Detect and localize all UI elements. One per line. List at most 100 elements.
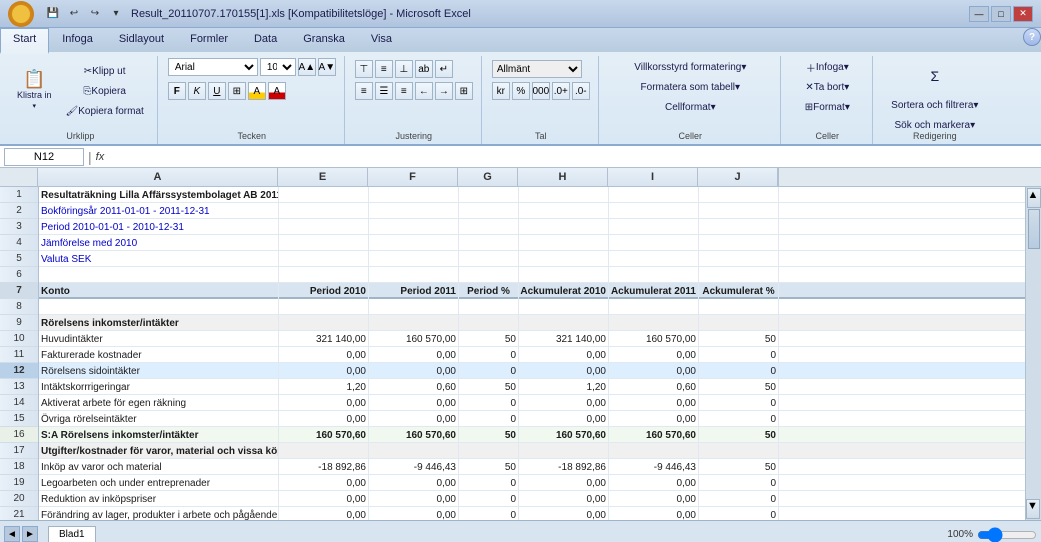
- cell-g7[interactable]: Period %: [459, 283, 519, 299]
- percent-btn[interactable]: %: [512, 82, 530, 100]
- cell-g9[interactable]: [459, 315, 519, 331]
- cell-j13[interactable]: 50: [699, 379, 779, 395]
- align-middle-btn[interactable]: ≡: [375, 60, 393, 78]
- delete-btn[interactable]: ✕ Ta bort ▾: [800, 78, 855, 96]
- cell-e6[interactable]: [279, 267, 369, 283]
- cell-f21[interactable]: 0,00: [369, 507, 459, 520]
- cell-g6[interactable]: [459, 267, 519, 283]
- cell-h14[interactable]: 0,00: [519, 395, 609, 411]
- cell-h4[interactable]: [519, 235, 609, 251]
- border-button[interactable]: ⊞: [228, 82, 246, 100]
- formula-input[interactable]: [112, 148, 1037, 166]
- sheet-nav-right[interactable]: ►: [22, 526, 38, 542]
- cell-h8[interactable]: [519, 299, 609, 315]
- row-header-19[interactable]: 19: [0, 475, 38, 491]
- cell-j6[interactable]: [699, 267, 779, 283]
- cell-g10[interactable]: 50: [459, 331, 519, 347]
- text-orient-btn[interactable]: ab: [415, 60, 433, 78]
- row-header-14[interactable]: 14: [0, 395, 38, 411]
- cell-j21[interactable]: 0: [699, 507, 779, 520]
- row-header-7[interactable]: 7: [0, 283, 38, 299]
- cell-a14[interactable]: Aktiverat arbete för egen räkning: [39, 395, 279, 411]
- cell-i6[interactable]: [609, 267, 699, 283]
- decrease-font-btn[interactable]: A▼: [318, 58, 336, 76]
- cell-i7[interactable]: Ackumulerat 2011: [609, 283, 699, 299]
- cell-g17[interactable]: [459, 443, 519, 459]
- cell-f2[interactable]: [369, 203, 459, 219]
- cell-a16[interactable]: S:A Rörelsens inkomster/intäkter: [39, 427, 279, 443]
- autosum-btn[interactable]: Σ: [886, 58, 983, 94]
- cell-g14[interactable]: 0: [459, 395, 519, 411]
- customize-quick-btn[interactable]: ▾: [107, 5, 125, 23]
- cell-i5[interactable]: [609, 251, 699, 267]
- col-header-j[interactable]: J: [698, 168, 778, 186]
- cell-f9[interactable]: [369, 315, 459, 331]
- sheet-nav-left[interactable]: ◄: [4, 526, 20, 542]
- cell-h21[interactable]: 0,00: [519, 507, 609, 520]
- cell-e3[interactable]: [279, 219, 369, 235]
- cell-a18[interactable]: Inköp av varor och material: [39, 459, 279, 475]
- cell-g20[interactable]: 0: [459, 491, 519, 507]
- sheet-tab-1[interactable]: Blad1: [48, 526, 96, 542]
- cell-e14[interactable]: 0,00: [279, 395, 369, 411]
- cell-h15[interactable]: 0,00: [519, 411, 609, 427]
- cell-i2[interactable]: [609, 203, 699, 219]
- row-header-18[interactable]: 18: [0, 459, 38, 475]
- row-header-21[interactable]: 21: [0, 507, 38, 520]
- row-header-9[interactable]: 9: [0, 315, 38, 331]
- cell-h10[interactable]: 321 140,00: [519, 331, 609, 347]
- cell-i11[interactable]: 0,00: [609, 347, 699, 363]
- cell-g19[interactable]: 0: [459, 475, 519, 491]
- cell-i15[interactable]: 0,00: [609, 411, 699, 427]
- cell-a11[interactable]: Fakturerade kostnader: [39, 347, 279, 363]
- col-header-e[interactable]: E: [278, 168, 368, 186]
- cell-g12[interactable]: 0: [459, 363, 519, 379]
- cell-a4[interactable]: Jämförelse med 2010: [39, 235, 279, 251]
- cell-e16[interactable]: 160 570,60: [279, 427, 369, 443]
- cell-f6[interactable]: [369, 267, 459, 283]
- cell-a13[interactable]: Intäktskorrrigeringar: [39, 379, 279, 395]
- row-header-3[interactable]: 3: [0, 219, 38, 235]
- cell-i8[interactable]: [609, 299, 699, 315]
- office-button[interactable]: [8, 1, 34, 27]
- font-size-select[interactable]: 10: [260, 58, 296, 76]
- cell-f18[interactable]: -9 446,43: [369, 459, 459, 475]
- tab-visa[interactable]: Visa: [358, 28, 405, 52]
- cell-i3[interactable]: [609, 219, 699, 235]
- cell-a9[interactable]: Rörelsens inkomster/intäkter: [39, 315, 279, 331]
- row-header-11[interactable]: 11: [0, 347, 38, 363]
- cell-a21[interactable]: Förändring av lager, produkter i arbete …: [39, 507, 279, 520]
- cell-a8[interactable]: [39, 299, 279, 315]
- col-header-i[interactable]: I: [608, 168, 698, 186]
- cell-a3[interactable]: Period 2010-01-01 - 2010-12-31: [39, 219, 279, 235]
- cell-g15[interactable]: 0: [459, 411, 519, 427]
- cell-e18[interactable]: -18 892,86: [279, 459, 369, 475]
- align-center-btn[interactable]: ☰: [375, 82, 393, 100]
- help-button[interactable]: ?: [1023, 28, 1041, 46]
- cell-f5[interactable]: [369, 251, 459, 267]
- undo-quick-btn[interactable]: ↩: [65, 5, 83, 23]
- cell-h16[interactable]: 160 570,60: [519, 427, 609, 443]
- cell-h12[interactable]: 0,00: [519, 363, 609, 379]
- cell-j14[interactable]: 0: [699, 395, 779, 411]
- bold-button[interactable]: F: [168, 82, 186, 100]
- cell-h5[interactable]: [519, 251, 609, 267]
- cell-e12[interactable]: 0,00: [279, 363, 369, 379]
- cell-h7[interactable]: Ackumulerat 2010: [519, 283, 609, 299]
- cell-a17[interactable]: Utgifter/kostnader för varor, material o…: [39, 443, 279, 459]
- cell-e7[interactable]: Period 2010: [279, 283, 369, 299]
- row-header-4[interactable]: 4: [0, 235, 38, 251]
- cell-h13[interactable]: 1,20: [519, 379, 609, 395]
- cell-j17[interactable]: [699, 443, 779, 459]
- cell-i4[interactable]: [609, 235, 699, 251]
- cell-a10[interactable]: Huvudintäkter: [39, 331, 279, 347]
- cell-j4[interactable]: [699, 235, 779, 251]
- cell-a1[interactable]: Resultaträkning Lilla Affärssystembolage…: [39, 187, 279, 203]
- currency-btn[interactable]: kr: [492, 82, 510, 100]
- cell-a5[interactable]: Valuta SEK: [39, 251, 279, 267]
- tab-infoga[interactable]: Infoga: [49, 28, 106, 52]
- cell-h18[interactable]: -18 892,86: [519, 459, 609, 475]
- tab-data[interactable]: Data: [241, 28, 290, 52]
- cell-f3[interactable]: [369, 219, 459, 235]
- cell-f16[interactable]: 160 570,60: [369, 427, 459, 443]
